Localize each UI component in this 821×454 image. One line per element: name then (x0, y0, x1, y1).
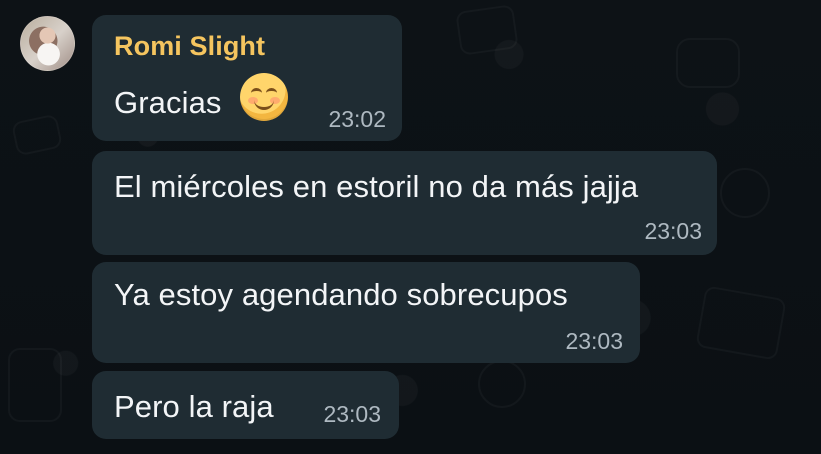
message-time: 23:03 (644, 218, 702, 244)
sender-name: Romi Slight (114, 31, 266, 61)
message-bubble[interactable]: Romi Slight Gracias 23:02 (92, 15, 402, 141)
chat-thread: Romi Slight Gracias 23:02 El miércoles e… (0, 0, 821, 454)
emoji-mouth (254, 95, 274, 110)
message-time: 23:03 (323, 401, 381, 427)
message-text: El miércoles en estoril no da más jajja (114, 169, 639, 204)
message-text: Ya estoy agendando sobrecupos (114, 277, 568, 312)
message-bubble[interactable]: El miércoles en estoril no da más jajja … (92, 151, 717, 255)
message-time: 23:03 (565, 328, 623, 354)
message-text: Gracias (114, 85, 222, 120)
message-bubble[interactable]: Pero la raja 23:03 (92, 371, 399, 439)
message-text: Pero la raja (114, 389, 274, 424)
message-time: 23:02 (328, 106, 386, 132)
contact-avatar[interactable] (20, 16, 75, 71)
smiling-face-with-smiling-eyes-icon (240, 73, 288, 121)
message-bubble[interactable]: Ya estoy agendando sobrecupos 23:03 (92, 262, 640, 363)
